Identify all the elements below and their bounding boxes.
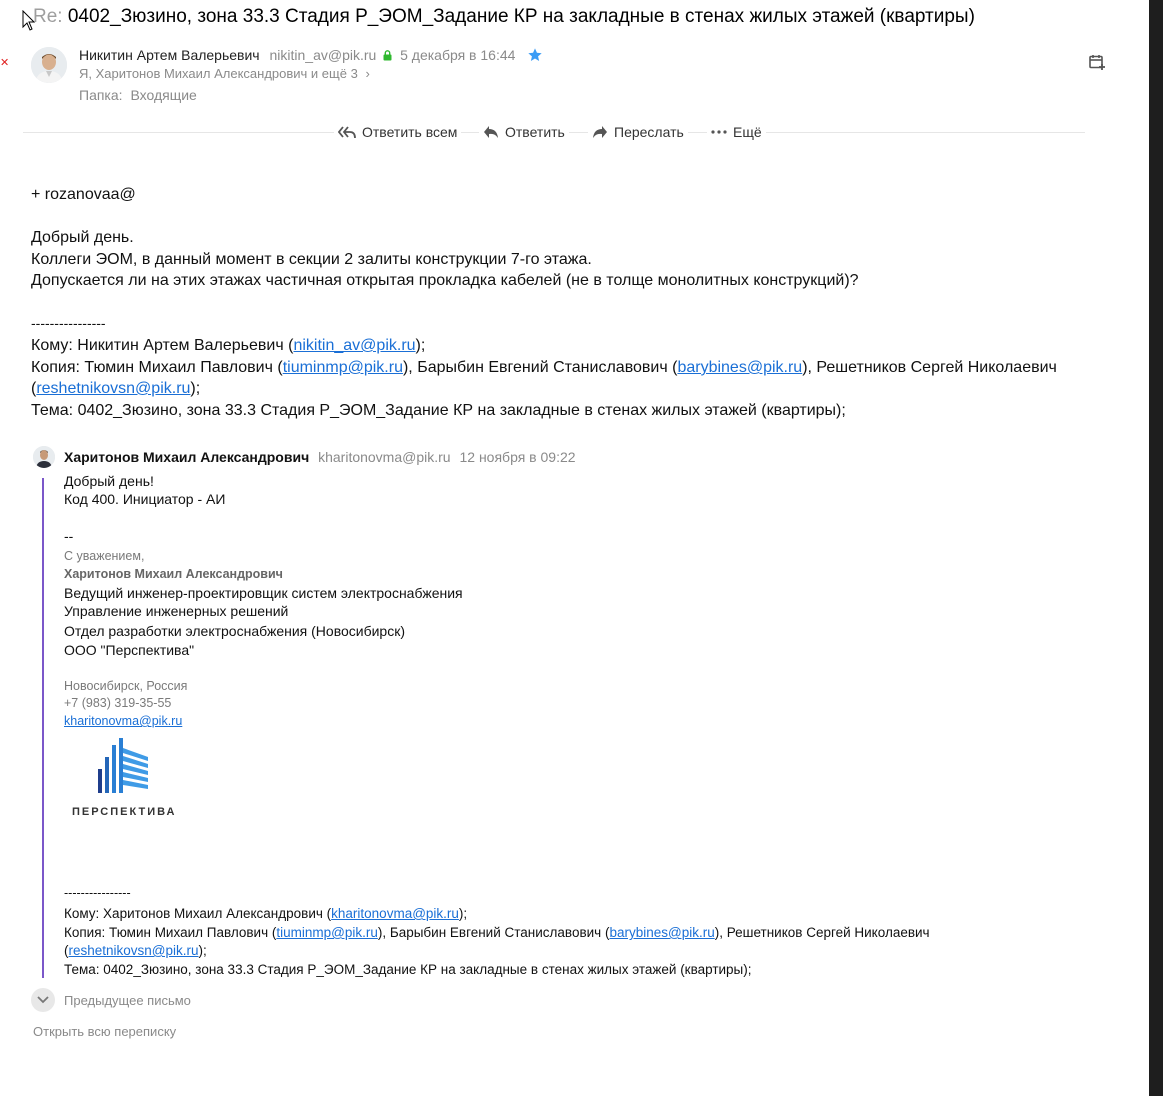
quoted-cc-line-2: (reshetnikovsn@pik.ru); xyxy=(64,943,207,958)
email-link[interactable]: tiuminmp@pik.ru xyxy=(276,925,377,940)
cc-text: ); xyxy=(198,943,207,958)
forward-icon xyxy=(593,126,607,138)
cc-text: ), Барыбин Евгений Станиславович ( xyxy=(402,359,678,376)
to-suffix: ); xyxy=(415,337,426,354)
previous-letter-link[interactable]: Предыдущее письмо xyxy=(64,993,191,1008)
reply-icon xyxy=(484,126,498,138)
window-edge xyxy=(1149,0,1163,1096)
reply-all-icon xyxy=(338,126,356,139)
body-to-line: Кому: Никитин Артем Валерьевич (nikitin_… xyxy=(31,335,425,357)
quoted-separator: ---------------- xyxy=(64,886,131,900)
signature-phone: +7 (983) 319-35-55 xyxy=(64,696,172,710)
message-toolbar: Ответить всем Ответить Переслать Ещё xyxy=(0,121,1163,143)
email-date: 5 декабря в 16:44 xyxy=(400,47,516,63)
signature-email: kharitonovma@pik.ru xyxy=(64,714,182,728)
email-subject: Re: 0402_Зюзино, зона 33.3 Стадия Р_ЭОМ_… xyxy=(33,6,975,28)
chevron-right-icon[interactable]: › xyxy=(365,66,369,81)
quoted-author-email[interactable]: kharitonovma@pik.ru xyxy=(318,449,451,465)
subject-text: 0402_Зюзино, зона 33.3 Стадия Р_ЭОМ_Зада… xyxy=(67,6,975,27)
signature-company: ООО "Перспектива" xyxy=(64,642,195,658)
body-line: Допускается ли на этих этажах частичная … xyxy=(31,272,859,289)
chevron-down-icon xyxy=(37,996,49,1004)
email-link[interactable]: barybines@pik.ru xyxy=(677,359,802,376)
lock-icon xyxy=(383,50,392,61)
open-thread-link[interactable]: Открыть всю переписку xyxy=(33,1024,176,1039)
quoted-author-avatar[interactable] xyxy=(33,446,55,468)
to-prefix: Кому: Никитин Артем Валерьевич ( xyxy=(31,337,294,354)
subject-prefix: Re: xyxy=(33,6,63,27)
quoted-to-line: Кому: Харитонов Михаил Александрович (kh… xyxy=(64,906,467,921)
reply-button[interactable]: Ответить xyxy=(479,121,569,143)
quoted-cc-line: Копия: Тюмин Михаил Павлович (tiuminmp@p… xyxy=(64,925,930,940)
recipients-line[interactable]: Я, Харитонов Михаил Александрович и ещё … xyxy=(79,66,370,81)
body-separator: ---------------- xyxy=(31,315,106,331)
quoted-greeting: Добрый день! xyxy=(64,473,154,489)
cc-text: ), Решетников Сергей Николаевич xyxy=(802,359,1057,376)
cc-text: ), Барыбин Евгений Станиславович ( xyxy=(377,925,610,940)
body-line-cc-add: + rozanovaa@ xyxy=(31,186,136,203)
folder-label: Папка: xyxy=(79,87,123,103)
quoted-line: Код 400. Инициатор - АИ xyxy=(64,491,226,507)
sender-avatar[interactable] xyxy=(31,47,67,83)
email-link[interactable]: kharitonovma@pik.ru xyxy=(331,906,459,921)
cc-text: ); xyxy=(190,380,201,397)
sender-email[interactable]: nikitin_av@pik.ru xyxy=(270,47,377,63)
email-link[interactable]: kharitonovma@pik.ru xyxy=(64,714,182,728)
signature-department: Управление инженерных решений xyxy=(64,603,289,619)
cc-text: ), Решетников Сергей Николаевич xyxy=(714,925,930,940)
body-topic-line: Тема: 0402_Зюзино, зона 33.3 Стадия Р_ЭО… xyxy=(31,402,846,419)
quoted-header: Харитонов Михаил Александрович kharitono… xyxy=(64,449,576,465)
folder-line: Папка: Входящие xyxy=(79,87,197,103)
reply-all-label: Ответить всем xyxy=(362,124,458,140)
cc-prefix: Копия: Тюмин Михаил Павлович ( xyxy=(31,359,283,376)
forward-button[interactable]: Переслать xyxy=(588,121,688,143)
email-link[interactable]: reshetnikovsn@pik.ru xyxy=(36,380,190,397)
unread-flag-icon: ✕ xyxy=(0,57,10,69)
email-link[interactable]: nikitin_av@pik.ru xyxy=(293,337,415,354)
email-link[interactable]: barybines@pik.ru xyxy=(609,925,714,940)
quoted-topic-line: Тема: 0402_Зюзино, зона 33.3 Стадия Р_ЭО… xyxy=(64,962,752,977)
email-link[interactable]: reshetnikovsn@pik.ru xyxy=(69,943,199,958)
folder-name[interactable]: Входящие xyxy=(130,87,196,103)
body-line: Коллеги ЭОМ, в данный момент в секции 2 … xyxy=(31,251,592,268)
signature-name: Харитонов Михаил Александрович xyxy=(64,567,283,581)
company-logo-text: ПЕРСПЕКТИВА xyxy=(72,806,177,818)
reply-label: Ответить xyxy=(505,124,565,140)
to-prefix: Кому: Харитонов Михаил Александрович ( xyxy=(64,906,332,921)
quote-bar xyxy=(42,478,44,978)
more-label: Ещё xyxy=(733,124,762,140)
signature-dashes: -- xyxy=(64,528,74,544)
signature-department: Отдел разработки электроснабжения (Новос… xyxy=(64,623,406,639)
previous-letter-toggle[interactable] xyxy=(31,988,55,1012)
body-greeting: Добрый день. xyxy=(31,229,134,246)
star-icon[interactable] xyxy=(527,47,543,63)
quoted-author-name[interactable]: Харитонов Михаил Александрович xyxy=(64,449,309,465)
to-suffix: ); xyxy=(458,906,468,921)
signature-regards: С уважением, xyxy=(64,549,145,563)
forward-label: Переслать xyxy=(614,124,684,140)
body-cc-line: Копия: Тюмин Михаил Павлович (tiuminmp@p… xyxy=(31,357,1057,379)
cc-prefix: Копия: Тюмин Михаил Павлович ( xyxy=(64,925,277,940)
sender-name[interactable]: Никитин Артем Валерьевич xyxy=(79,47,260,63)
quoted-date: 12 ноября в 09:22 xyxy=(459,449,576,465)
calendar-add-icon[interactable] xyxy=(1088,53,1106,71)
recipients-summary[interactable]: Я, Харитонов Михаил Александрович и ещё … xyxy=(79,66,358,81)
more-button[interactable]: Ещё xyxy=(707,121,766,143)
signature-city: Новосибирск, Россия xyxy=(64,679,188,693)
email-link[interactable]: tiuminmp@pik.ru xyxy=(283,359,403,376)
more-dots-icon xyxy=(711,130,727,134)
reply-all-button[interactable]: Ответить всем xyxy=(334,121,462,143)
sender-line: Никитин Артем Валерьевич nikitin_av@pik.… xyxy=(79,47,543,63)
body-cc-line-2: (reshetnikovsn@pik.ru); xyxy=(31,378,200,400)
signature-position: Ведущий инженер-проектировщик систем эле… xyxy=(64,585,463,601)
